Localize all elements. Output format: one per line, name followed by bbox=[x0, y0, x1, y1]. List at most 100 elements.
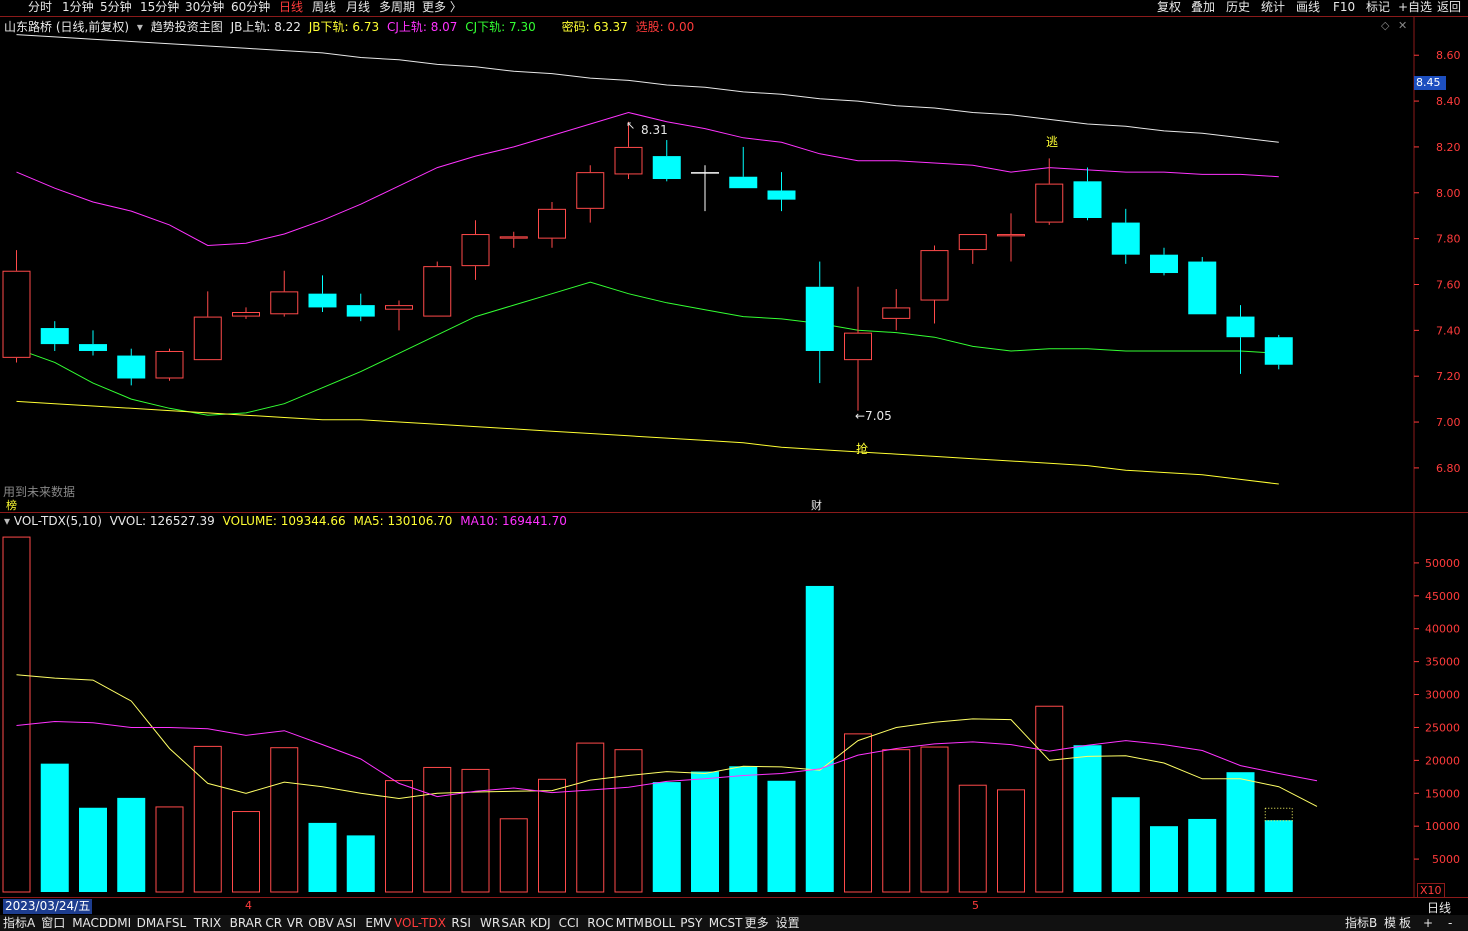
indicator-tab[interactable]: EMV bbox=[365, 916, 391, 931]
bang-marker[interactable]: 榜 bbox=[6, 499, 17, 513]
candle-body bbox=[117, 355, 146, 379]
candle bbox=[958, 234, 987, 264]
candle bbox=[691, 165, 719, 212]
candle bbox=[346, 293, 375, 322]
volume-bar bbox=[920, 746, 949, 893]
indicator-tab[interactable]: OBV bbox=[308, 916, 334, 931]
indicator-tab[interactable]: FSL bbox=[165, 916, 186, 931]
candle-body bbox=[40, 328, 69, 345]
volume-bar bbox=[691, 771, 719, 892]
date-cursor-label: 2023/03/24/五 bbox=[3, 899, 93, 914]
volume-bar bbox=[499, 818, 528, 893]
candle-body bbox=[270, 291, 299, 315]
indicator-side-button[interactable]: 板 bbox=[1399, 916, 1411, 931]
qiang-signal: 抢 bbox=[856, 442, 869, 456]
y-tick-label: 6.80 bbox=[1436, 462, 1461, 475]
candle-body bbox=[538, 208, 566, 239]
jb-lower-line bbox=[16, 400, 1279, 485]
y-tick-label: 7.80 bbox=[1436, 233, 1461, 246]
vol-y-tick-label: 20000 bbox=[1425, 754, 1460, 767]
volume-bar bbox=[2, 536, 31, 893]
volume-bar bbox=[1035, 705, 1064, 893]
ma10-value: MA10: 169441.70 bbox=[460, 514, 567, 528]
volume-bar bbox=[997, 789, 1025, 893]
volume-bar bbox=[79, 807, 107, 892]
candle-body bbox=[958, 234, 987, 251]
candle-body bbox=[308, 293, 337, 308]
tao-signal: 逃 bbox=[1046, 135, 1059, 149]
vol-y-tick-label: 15000 bbox=[1425, 787, 1460, 800]
vol-toggle-icon[interactable]: ▾ bbox=[4, 514, 10, 528]
candle-body bbox=[614, 146, 643, 175]
volume-bar bbox=[844, 733, 872, 893]
candle bbox=[920, 245, 949, 324]
indicator-tab[interactable]: MCST bbox=[709, 916, 743, 931]
candle bbox=[40, 321, 69, 351]
cai-marker[interactable]: 财 bbox=[811, 499, 822, 513]
indicator-tab[interactable]: 更多 bbox=[745, 916, 769, 931]
candle bbox=[155, 348, 184, 381]
indicator-tab[interactable]: CR bbox=[265, 916, 282, 931]
candle bbox=[270, 270, 299, 317]
vol-y-tick-label: 30000 bbox=[1425, 689, 1460, 702]
indicator-side-button[interactable]: 指标B bbox=[1345, 916, 1377, 931]
indicator-tab[interactable]: BOLL bbox=[644, 916, 675, 931]
vol-y-tick-label: 40000 bbox=[1425, 623, 1460, 636]
indicator-tab[interactable]: VR bbox=[287, 916, 304, 931]
chart-canvas: 6.80 7.00 7.20 7.40 7.60 7.80 8.00 8.20 8.40 8.60… bbox=[0, 17, 1468, 898]
indicator-tab[interactable]: MTM bbox=[616, 916, 644, 931]
candle bbox=[576, 165, 605, 223]
current-price-value: 8.45 bbox=[1416, 76, 1441, 89]
candle bbox=[423, 261, 452, 317]
indicator-tab[interactable]: 设置 bbox=[776, 916, 800, 931]
candle bbox=[1226, 305, 1255, 374]
candle-body bbox=[1150, 254, 1178, 274]
indicator-tab[interactable]: MACD bbox=[72, 916, 108, 931]
volume-bar bbox=[1073, 745, 1102, 892]
volume-bar bbox=[1111, 797, 1140, 892]
candle-body bbox=[652, 156, 681, 180]
volume-bar bbox=[193, 745, 222, 893]
volume-bar bbox=[652, 782, 681, 892]
candle-body bbox=[1111, 222, 1140, 255]
indicator-tab[interactable]: CCI bbox=[559, 916, 579, 931]
indicator-tab[interactable]: WR bbox=[480, 916, 500, 931]
candle-body bbox=[920, 250, 949, 301]
candle bbox=[1264, 334, 1293, 370]
vvol-value: VVOL: 126527.39 bbox=[109, 514, 215, 528]
indicator-tab[interactable]: ASI bbox=[337, 916, 356, 931]
candle bbox=[461, 220, 490, 280]
vol-indicator-name[interactable]: VOL-TDX(5,10) bbox=[14, 514, 102, 528]
high-price-label: 8.31 bbox=[641, 123, 668, 137]
volume-bar bbox=[805, 585, 834, 892]
indicator-tab[interactable]: 指标A bbox=[3, 916, 35, 931]
vol-y-tick-label: 5000 bbox=[1432, 853, 1460, 866]
candle bbox=[499, 231, 528, 248]
candle bbox=[79, 330, 107, 356]
candle-body bbox=[155, 350, 184, 379]
low-price-label: ←7.05 bbox=[855, 409, 892, 423]
volume-bar bbox=[155, 806, 184, 893]
volume-bar bbox=[538, 778, 566, 893]
indicator-tab[interactable]: 窗口 bbox=[41, 916, 65, 931]
indicator-tab[interactable]: TRIX bbox=[194, 916, 221, 931]
indicator-tab[interactable]: RSI bbox=[451, 916, 471, 931]
indicator-side-button[interactable]: 模 bbox=[1384, 916, 1396, 931]
vol-y-tick-label: 45000 bbox=[1425, 590, 1460, 603]
indicator-tab[interactable]: ROC bbox=[587, 916, 613, 931]
period-label[interactable]: 日线 bbox=[1427, 899, 1451, 916]
indicator-side-button[interactable]: - bbox=[1448, 916, 1452, 931]
candle-body bbox=[882, 307, 911, 319]
indicator-side-button[interactable]: + bbox=[1423, 916, 1433, 931]
indicator-tab[interactable]: DMA bbox=[137, 916, 165, 931]
future-data-note: 用到未来数据 bbox=[3, 485, 76, 499]
candle-body bbox=[576, 172, 605, 209]
candle-body bbox=[79, 344, 107, 351]
candle-body bbox=[499, 236, 528, 239]
indicator-tab[interactable]: BRAR bbox=[230, 916, 263, 931]
indicator-tab[interactable]: VOL-TDX bbox=[394, 916, 446, 931]
indicator-tab[interactable]: KDJ bbox=[530, 916, 551, 931]
indicator-tab[interactable]: PSY bbox=[680, 916, 702, 931]
indicator-tab[interactable]: SAR bbox=[501, 916, 525, 931]
indicator-tab[interactable]: DMI bbox=[108, 916, 131, 931]
